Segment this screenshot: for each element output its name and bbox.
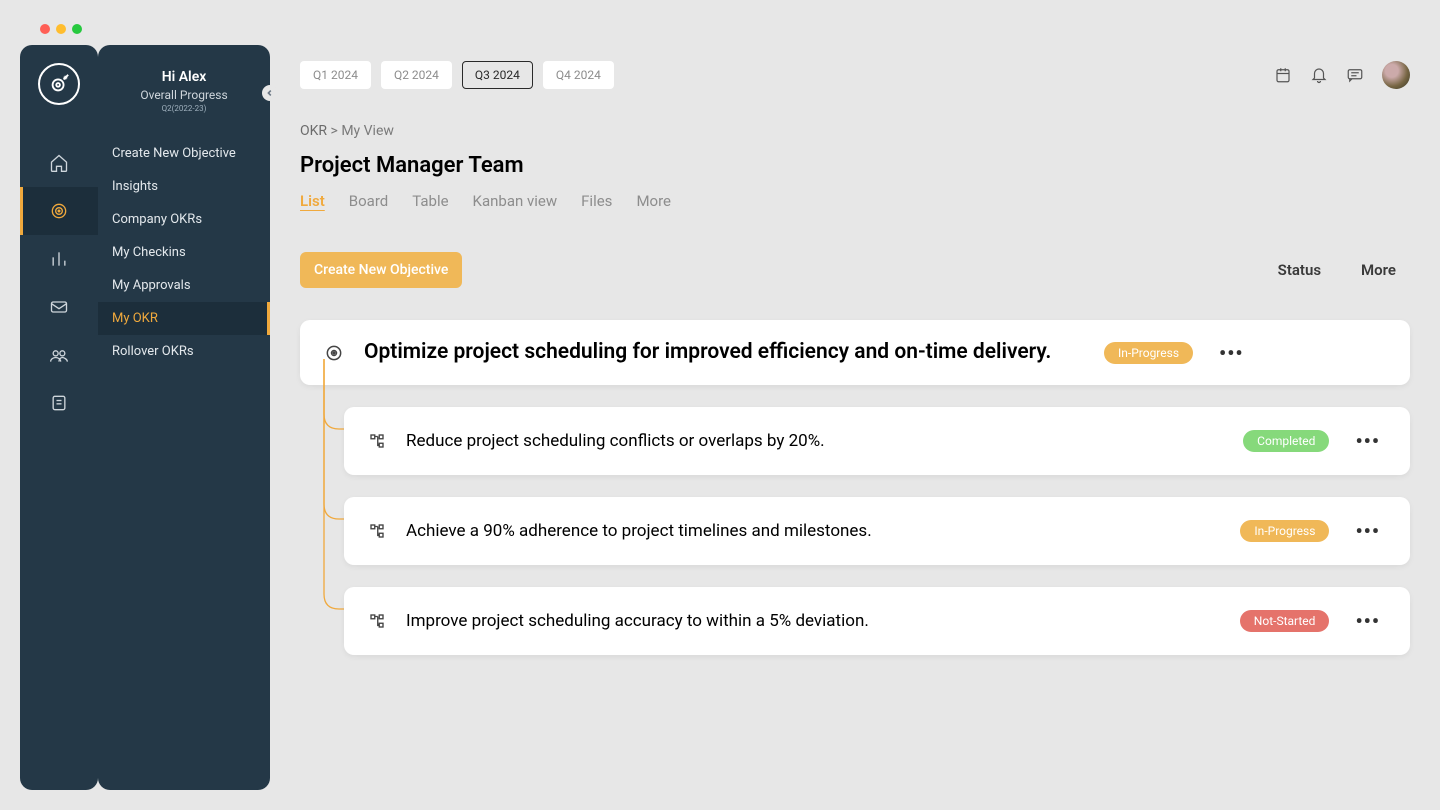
rail-home[interactable] bbox=[20, 139, 98, 187]
key-result-more-menu[interactable]: ••• bbox=[1349, 609, 1386, 633]
rail-team[interactable] bbox=[20, 331, 98, 379]
sidebar-item-create-new-objective[interactable]: Create New Objective bbox=[98, 137, 270, 170]
hierarchy-icon bbox=[368, 432, 386, 450]
quarter-tab-q2-2024[interactable]: Q2 2024 bbox=[381, 61, 452, 89]
chat-icon[interactable] bbox=[1346, 66, 1364, 84]
hierarchy-icon bbox=[368, 522, 386, 540]
key-result-title: Improve project scheduling accuracy to w… bbox=[406, 611, 1220, 631]
calendar-icon[interactable] bbox=[1274, 66, 1292, 84]
greeting: Hi Alex bbox=[110, 69, 258, 85]
key-result-more-menu[interactable]: ••• bbox=[1349, 429, 1386, 453]
quarter-tab-q1-2024[interactable]: Q1 2024 bbox=[300, 61, 371, 89]
key-result-card[interactable]: Achieve a 90% adherence to project timel… bbox=[344, 497, 1410, 565]
objective-more-menu[interactable]: ••• bbox=[1213, 341, 1250, 365]
minimize-window-dot[interactable] bbox=[56, 24, 66, 34]
hierarchy-icon bbox=[368, 612, 386, 630]
sidebar-item-my-okr[interactable]: My OKR bbox=[98, 302, 270, 335]
view-tab-list[interactable]: List bbox=[300, 192, 325, 210]
view-tab-table[interactable]: Table bbox=[412, 192, 448, 210]
sidebar-item-rollover-okrs[interactable]: Rollover OKRs bbox=[98, 335, 270, 368]
sidebar-panel: Hi Alex Overall Progress Q2(2022-23) Cre… bbox=[98, 45, 270, 790]
quarter-tab-q3-2024[interactable]: Q3 2024 bbox=[462, 61, 533, 89]
key-result-more-menu[interactable]: ••• bbox=[1349, 519, 1386, 543]
rail-analytics[interactable] bbox=[20, 235, 98, 283]
status-column-header[interactable]: Status bbox=[1278, 261, 1321, 279]
breadcrumb: OKR > My View bbox=[300, 123, 1410, 139]
create-objective-button[interactable]: Create New Objective bbox=[300, 252, 462, 288]
target-icon bbox=[324, 343, 344, 363]
key-result-title: Achieve a 90% adherence to project timel… bbox=[406, 521, 1220, 541]
app-logo[interactable] bbox=[38, 63, 80, 105]
objective-status-badge: In-Progress bbox=[1104, 342, 1193, 364]
quarter-tab-q4-2024[interactable]: Q4 2024 bbox=[543, 61, 614, 89]
close-window-dot[interactable] bbox=[40, 24, 50, 34]
key-result-title: Reduce project scheduling conflicts or o… bbox=[406, 431, 1223, 451]
page-title: Project Manager Team bbox=[300, 153, 1410, 178]
key-result-status-badge: In-Progress bbox=[1240, 520, 1329, 542]
key-result-card[interactable]: Improve project scheduling accuracy to w… bbox=[344, 587, 1410, 655]
key-result-status-badge: Not-Started bbox=[1240, 610, 1330, 632]
sidebar-item-insights[interactable]: Insights bbox=[98, 170, 270, 203]
sidebar-item-my-approvals[interactable]: My Approvals bbox=[98, 269, 270, 302]
objective-title: Optimize project scheduling for improved… bbox=[364, 338, 1084, 367]
overall-progress-label: Overall Progress bbox=[110, 88, 258, 102]
rail-notes[interactable] bbox=[20, 379, 98, 427]
view-tab-kanban-view[interactable]: Kanban view bbox=[473, 192, 558, 210]
objective-card[interactable]: Optimize project scheduling for improved… bbox=[300, 320, 1410, 385]
breadcrumb-leaf: My View bbox=[341, 123, 394, 139]
maximize-window-dot[interactable] bbox=[72, 24, 82, 34]
user-avatar[interactable] bbox=[1382, 61, 1410, 89]
more-column-header[interactable]: More bbox=[1361, 261, 1396, 279]
bell-icon[interactable] bbox=[1310, 66, 1328, 84]
window-controls bbox=[40, 24, 82, 34]
key-result-status-badge: Completed bbox=[1243, 430, 1329, 452]
view-tabs: List Board Table Kanban view Files More bbox=[300, 192, 1410, 210]
view-tab-files[interactable]: Files bbox=[581, 192, 612, 210]
view-tab-board[interactable]: Board bbox=[349, 192, 388, 210]
sidebar-item-company-okrs[interactable]: Company OKRs bbox=[98, 203, 270, 236]
sidebar-menu: Create New ObjectiveInsightsCompany OKRs… bbox=[98, 137, 270, 368]
sidebar-item-my-checkins[interactable]: My Checkins bbox=[98, 236, 270, 269]
period-label: Q2(2022-23) bbox=[110, 104, 258, 113]
rail-inbox[interactable] bbox=[20, 283, 98, 331]
breadcrumb-root[interactable]: OKR bbox=[300, 123, 327, 139]
main-content: Q1 2024 Q2 2024 Q3 2024 Q4 2024 OKR > My Vi… bbox=[270, 45, 1420, 790]
quarter-tabs: Q1 2024 Q2 2024 Q3 2024 Q4 2024 bbox=[300, 61, 614, 89]
rail-okr[interactable] bbox=[20, 187, 98, 235]
key-result-card[interactable]: Reduce project scheduling conflicts or o… bbox=[344, 407, 1410, 475]
nav-rail bbox=[20, 45, 98, 790]
view-tab-more[interactable]: More bbox=[636, 192, 671, 210]
